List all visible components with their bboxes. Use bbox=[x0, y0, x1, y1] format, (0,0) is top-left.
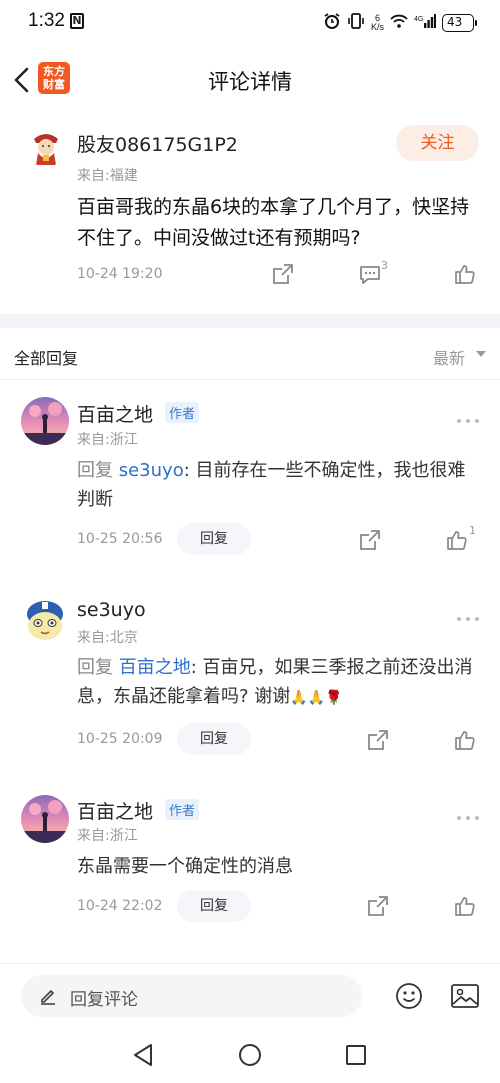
comment-count: 3 bbox=[381, 259, 388, 272]
reply-prefix: 回复 bbox=[77, 657, 113, 678]
post-author-name[interactable]: 股友086175G1P2 bbox=[77, 130, 238, 157]
reply-button[interactable]: 回复 bbox=[177, 723, 251, 755]
share-icon[interactable] bbox=[367, 729, 389, 755]
share-icon[interactable] bbox=[367, 895, 389, 921]
page-title: 评论详情 bbox=[208, 70, 292, 94]
share-icon[interactable] bbox=[272, 263, 294, 289]
reply-avatar[interactable] bbox=[21, 795, 69, 843]
pencil-icon bbox=[38, 986, 58, 1010]
reply-avatar[interactable] bbox=[21, 596, 69, 644]
post-author-location: 来自:福建 bbox=[77, 168, 138, 184]
like-icon[interactable] bbox=[454, 729, 476, 755]
caret-down-icon[interactable] bbox=[476, 351, 486, 357]
image-icon[interactable] bbox=[450, 982, 480, 1014]
section-divider bbox=[0, 314, 500, 328]
author-badge: 作者 bbox=[165, 402, 200, 423]
reply-prefix: 回复 bbox=[77, 460, 113, 481]
wifi-icon bbox=[390, 12, 408, 34]
alarm-icon bbox=[323, 12, 341, 34]
follow-button[interactable]: 关注 bbox=[396, 125, 479, 161]
system-nav-bar bbox=[0, 1030, 500, 1083]
like-icon[interactable] bbox=[454, 895, 476, 921]
reply-location: 来自:浙江 bbox=[77, 432, 138, 448]
post-timestamp: 10-24 19:20 bbox=[77, 266, 163, 282]
mention-link[interactable]: 百亩之地 bbox=[119, 657, 191, 678]
reply-button[interactable]: 回复 bbox=[177, 523, 251, 555]
reply-author-name[interactable]: 百亩之地 bbox=[77, 797, 153, 824]
reply-location: 来自:北京 bbox=[77, 630, 138, 646]
more-options-icon[interactable] bbox=[456, 806, 480, 820]
status-icons: 6 K/s 4G 43 bbox=[323, 12, 477, 34]
signal-icon: 4G bbox=[414, 12, 436, 34]
reply-content: 回复 百亩之地: 百亩兄，如果三季报之前还没出消息，东晶还能拿着吗? 谢谢🙏🙏🌹 bbox=[77, 653, 479, 713]
author-badge: 作者 bbox=[165, 799, 200, 820]
like-icon[interactable] bbox=[446, 529, 468, 555]
reply-timestamp: 10-25 20:56 bbox=[77, 531, 163, 547]
status-time: 1:32 bbox=[28, 10, 65, 31]
status-bar: 1:32 N 6 K/s 4G 43 bbox=[0, 0, 500, 46]
emoji-icon[interactable] bbox=[395, 982, 423, 1014]
like-icon[interactable] bbox=[454, 263, 476, 289]
reply-author-name[interactable]: se3uyo bbox=[77, 599, 146, 621]
reply-content: 东晶需要一个确定性的消息 bbox=[77, 856, 293, 877]
reply-location: 来自:浙江 bbox=[77, 828, 138, 844]
reply-avatar[interactable] bbox=[21, 397, 69, 445]
sort-dropdown[interactable]: 最新 bbox=[433, 345, 465, 369]
battery-indicator: 43 bbox=[442, 14, 477, 32]
nav-home-icon[interactable] bbox=[238, 1043, 262, 1071]
all-replies-title: 全部回复 bbox=[14, 349, 79, 368]
reply-content: 回复 se3uyo: 目前存在一些不确定性，我也很难判断 bbox=[77, 456, 479, 514]
reply-author-name[interactable]: 百亩之地 bbox=[77, 400, 153, 427]
mention-link[interactable]: se3uyo bbox=[119, 460, 184, 481]
divider bbox=[0, 379, 500, 380]
reply-button[interactable]: 回复 bbox=[177, 890, 251, 922]
like-count: 1 bbox=[469, 524, 476, 537]
post-content: 百亩哥我的东晶6块的本拿了几个月了，快坚持不住了。中间没做过t还有预期吗? bbox=[77, 196, 470, 249]
more-options-icon[interactable] bbox=[456, 607, 480, 621]
comment-placeholder[interactable]: 回复评论 bbox=[70, 985, 138, 1010]
nav-recents-icon[interactable] bbox=[345, 1044, 367, 1070]
emoji-group: 🙏🙏🌹 bbox=[290, 690, 343, 706]
share-icon[interactable] bbox=[359, 529, 381, 555]
reply-timestamp: 10-25 20:09 bbox=[77, 731, 163, 747]
vibrate-icon bbox=[347, 12, 365, 34]
comment-icon[interactable] bbox=[359, 264, 381, 290]
notification-n-icon: N bbox=[70, 13, 84, 29]
speed-unit: K/s bbox=[370, 22, 384, 32]
svg-text:4G: 4G bbox=[414, 16, 423, 23]
nav-back-icon[interactable] bbox=[132, 1043, 154, 1071]
divider bbox=[0, 963, 500, 964]
more-options-icon[interactable] bbox=[456, 409, 480, 423]
network-speed: 6 K/s bbox=[371, 14, 384, 32]
reply-timestamp: 10-24 22:02 bbox=[77, 898, 163, 914]
post-author-avatar[interactable] bbox=[26, 127, 66, 167]
